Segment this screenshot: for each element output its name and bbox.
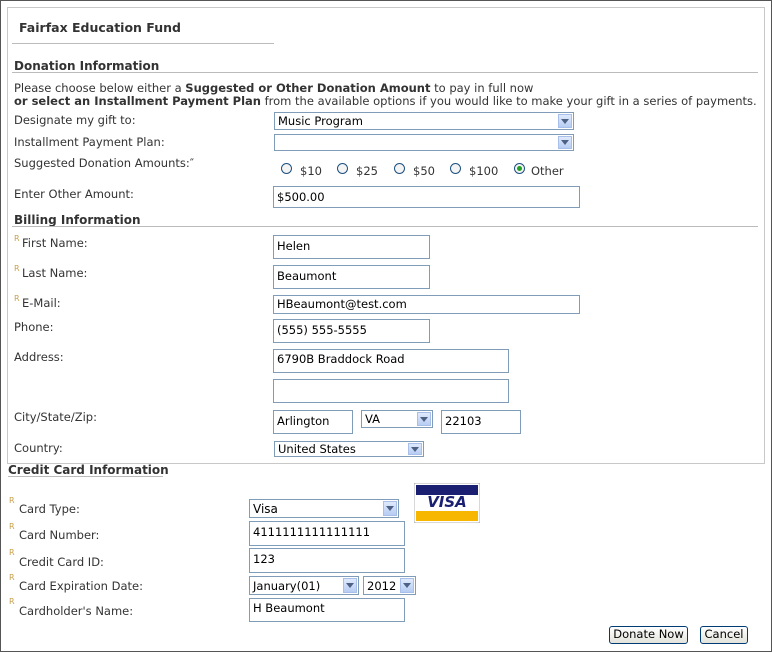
other-amount-input[interactable]: $500.00 — [273, 186, 580, 208]
first-name-input[interactable]: Helen — [273, 235, 430, 259]
address-line1-input[interactable]: 6790B Braddock Road — [273, 349, 509, 373]
designate-value: Music Program — [278, 114, 363, 128]
card-number-label: Card Number: — [19, 528, 100, 542]
donation-heading: Donation Information — [14, 59, 160, 73]
amount-label-10: $10 — [300, 164, 322, 178]
amount-radio-10[interactable] — [281, 163, 292, 174]
designate-select[interactable]: Music Program — [274, 112, 574, 130]
chevron-down-icon — [408, 443, 422, 455]
amount-label-50: $50 — [413, 164, 435, 178]
installment-select[interactable] — [274, 134, 574, 151]
chevron-down-icon — [417, 412, 431, 426]
amount-label-other: Other — [531, 164, 564, 178]
amount-radio-other[interactable] — [514, 163, 525, 174]
state-select[interactable]: VA — [361, 410, 433, 428]
billing-divider — [12, 226, 758, 227]
credit-heading: Credit Card Information — [8, 463, 169, 477]
billing-heading: Billing Information — [14, 213, 141, 227]
donation-divider — [12, 72, 758, 73]
required-marker: R — [9, 522, 15, 531]
card-id-label: Credit Card ID: — [19, 555, 104, 569]
city-input[interactable]: Arlington — [273, 410, 353, 434]
page-title: Fairfax Education Fund — [19, 20, 181, 35]
country-label: Country: — [14, 441, 63, 455]
designate-label: Designate my gift to: — [14, 113, 136, 127]
required-marker: R — [14, 234, 20, 243]
amount-label-100: $100 — [469, 164, 499, 178]
phone-input[interactable]: (555) 555-5555 — [273, 319, 430, 343]
card-type-value: Visa — [253, 502, 278, 516]
exp-year-select[interactable]: 2012 — [363, 576, 416, 595]
first-name-label: First Name: — [22, 236, 88, 250]
required-marker: R — [14, 294, 20, 303]
exp-year-value: 2012 — [367, 579, 397, 593]
address-label: Address: — [14, 350, 64, 364]
required-marker: R — [9, 597, 15, 606]
title-divider — [12, 43, 274, 44]
card-number-input[interactable]: 4111111111111111 — [249, 521, 405, 546]
card-id-input[interactable]: 123 — [249, 548, 405, 573]
required-marker: R — [9, 548, 15, 557]
chevron-down-icon — [558, 114, 572, 128]
country-select[interactable]: United States — [274, 441, 424, 457]
cardholder-label: Cardholder's Name: — [19, 604, 134, 618]
city-state-zip-label: City/State/Zip: — [14, 410, 97, 424]
last-name-label: Last Name: — [22, 266, 88, 280]
phone-label: Phone: — [14, 320, 54, 334]
expiration-label: Card Expiration Date: — [19, 579, 143, 593]
credit-divider — [8, 476, 163, 477]
chevron-down-icon — [558, 136, 572, 149]
cancel-button[interactable]: Cancel — [700, 626, 748, 644]
zip-input[interactable]: 22103 — [441, 410, 521, 434]
amount-radio-50[interactable] — [394, 163, 405, 174]
amount-label-25: $25 — [356, 164, 378, 178]
email-input[interactable]: HBeaumont@test.com — [273, 295, 580, 314]
amount-radio-100[interactable] — [450, 163, 461, 174]
chevron-down-icon — [400, 578, 414, 593]
email-label: E-Mail: — [22, 296, 61, 310]
exp-month-value: January(01) — [253, 579, 321, 593]
required-marker: R — [14, 264, 20, 273]
visa-logo: VISA — [413, 482, 481, 524]
required-marker: R — [9, 496, 15, 505]
installment-label: Installment Payment Plan: — [14, 135, 165, 149]
cardholder-input[interactable]: H Beaumont — [249, 598, 405, 622]
donate-now-button[interactable]: Donate Now — [609, 626, 688, 644]
other-amount-label: Enter Other Amount: — [14, 187, 134, 201]
required-marker: R — [9, 573, 15, 582]
address-line2-input[interactable] — [273, 379, 509, 403]
country-value: United States — [278, 442, 356, 456]
last-name-input[interactable]: Beaumont — [273, 265, 430, 289]
amount-radio-25[interactable] — [337, 163, 348, 174]
exp-month-select[interactable]: January(01) — [249, 576, 359, 595]
donation-intro-line1: Please choose below either a Suggested o… — [14, 81, 534, 95]
chevron-down-icon — [343, 578, 357, 593]
state-value: VA — [365, 412, 380, 426]
card-type-select[interactable]: Visa — [249, 499, 399, 518]
chevron-down-icon — [383, 501, 397, 516]
suggested-amounts-label: Suggested Donation Amounts:″ — [14, 156, 195, 170]
card-type-label: Card Type: — [19, 502, 80, 516]
donation-intro-line2: or select an Installment Payment Plan fr… — [14, 94, 757, 108]
visa-logo-text: VISA — [427, 493, 467, 511]
